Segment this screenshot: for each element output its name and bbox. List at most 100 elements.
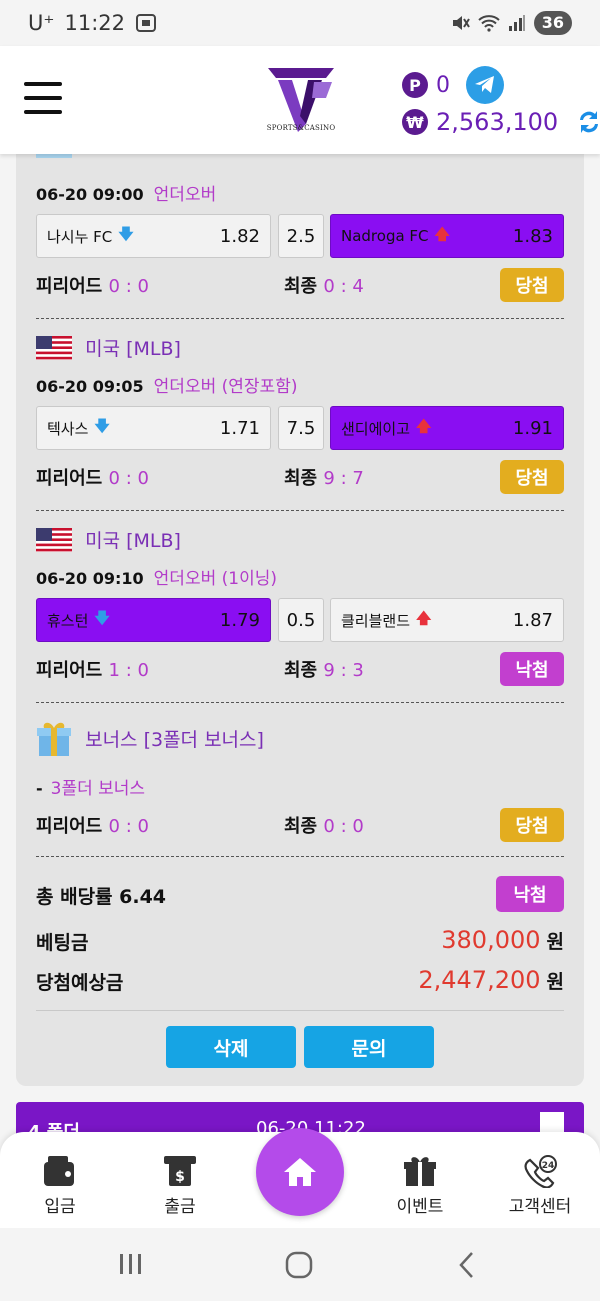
bet-datetime-row: 06-20 09:00 언더오버	[36, 180, 564, 205]
away-odds: 1.87	[512, 609, 553, 631]
bet-datetime-row: 06-20 09:05 언더오버 (연장포함)	[36, 372, 564, 397]
wallet-icon	[44, 1156, 74, 1186]
result-badge: 당첨	[500, 808, 564, 842]
arrow-down-icon: 🡇	[94, 608, 110, 627]
svg-text:24: 24	[542, 1161, 555, 1171]
arrow-down-icon: 🡇	[118, 224, 134, 243]
screenshot-icon	[136, 14, 156, 32]
nav-support[interactable]: 24 고객센터	[490, 1154, 590, 1217]
balance-display: ₩ 2,563,100	[402, 108, 600, 136]
menu-icon[interactable]	[24, 82, 62, 114]
away-odds-option[interactable]: 클리블랜드 🡅 1.87	[330, 598, 564, 642]
nav-deposit[interactable]: 입금	[10, 1154, 110, 1217]
league-label: 미국 [MLB]	[85, 338, 181, 360]
home-odds: 1.79	[219, 609, 260, 631]
gift-icon	[404, 1157, 436, 1186]
final-score-row: 최종 0 : 4	[284, 272, 484, 298]
battery-indicator: 36	[533, 11, 572, 35]
market-label: 언더오버	[153, 185, 217, 205]
home-odds-option[interactable]: 텍사스 🡇 1.71	[36, 406, 271, 450]
period-score: 0 : 0	[108, 816, 149, 837]
league-label: 미국 [MLB]	[85, 530, 181, 552]
app-header: SPORTS&CASINO P 0 ₩ 2,563,100	[0, 46, 600, 154]
line-value-box: 7.5	[278, 406, 324, 450]
period-label: 피리어드	[36, 276, 103, 297]
result-badge: 당첨	[500, 268, 564, 302]
delete-button[interactable]: 삭제	[166, 1026, 296, 1068]
arrow-up-icon: 🡅	[416, 416, 432, 435]
mute-icon	[452, 16, 470, 30]
final-label: 최종	[284, 816, 318, 837]
total-odds-label: 총 배당률 6.44	[36, 886, 167, 908]
bet-league-row: 미국 [MLB]	[36, 526, 564, 553]
home-odds: 1.71	[219, 417, 260, 439]
recent-apps-icon[interactable]	[118, 1250, 144, 1278]
away-team: 샌디에이고	[341, 419, 411, 438]
status-bar: U⁺ 11:22 36	[0, 0, 600, 46]
divider	[36, 510, 564, 511]
arrow-up-icon: 🡅	[416, 608, 432, 627]
home-odds-option[interactable]: 휴스턴 🡇 1.79	[36, 598, 271, 642]
away-team: 클리블랜드	[341, 611, 411, 630]
bonus-league-row: 보너스 [3폴더 보너스]	[36, 718, 564, 758]
carrier-label: U⁺	[28, 11, 55, 35]
league-label: 보너스 [3폴더 보너스]	[85, 728, 264, 751]
expected-payout-label: 당첨예상금	[36, 972, 124, 994]
us-flag-icon	[36, 527, 72, 552]
svg-text:$: $	[175, 1169, 185, 1185]
period-label: 피리어드	[36, 468, 103, 489]
support-24-icon: 24	[524, 1155, 557, 1188]
home-nav-icon[interactable]	[284, 1250, 314, 1280]
match-datetime: 06-20 09:00	[36, 185, 144, 204]
clock: 11:22	[64, 11, 125, 35]
line-value: 7.5	[286, 417, 316, 439]
wifi-icon	[478, 15, 500, 32]
divider	[36, 1010, 564, 1011]
telegram-icon[interactable]	[466, 66, 504, 104]
gift-icon	[37, 722, 71, 756]
back-icon[interactable]	[456, 1250, 478, 1280]
final-score: 0 : 4	[323, 276, 364, 297]
bet-slip-card: 06-20 09:00 언더오버 나시누 FC 🡇 1.82 2.5 Nadroga…	[16, 148, 584, 1086]
arrow-down-icon: 🡇	[94, 416, 110, 435]
away-odds: 1.83	[512, 225, 553, 247]
divider	[36, 318, 564, 319]
final-score: 9 : 3	[323, 660, 364, 681]
period-score: 1 : 0	[108, 660, 149, 681]
points-display: P 0	[402, 66, 504, 104]
away-odds-option[interactable]: 샌디에이고 🡅 1.91	[330, 406, 564, 450]
period-score: 0 : 0	[108, 468, 149, 489]
signal-icon	[508, 15, 525, 31]
line-value-box: 2.5	[278, 214, 324, 258]
market-label: 언더오버 (연장포함)	[153, 377, 298, 397]
divider	[36, 702, 564, 703]
final-label: 최종	[284, 468, 318, 489]
nav-withdraw-label: 출금	[164, 1197, 196, 1217]
logo-text: SPORTS&CASINO	[266, 124, 336, 132]
home-odds: 1.82	[219, 225, 260, 247]
points-value: 0	[436, 72, 450, 98]
won-icon: ₩	[402, 109, 428, 135]
match-datetime: 06-20 09:05	[36, 377, 144, 396]
us-flag-icon	[36, 335, 72, 360]
expected-payout-value: 2,447,200	[418, 966, 541, 994]
bonus-name-row: -3폴더 보너스	[36, 774, 564, 799]
home-team: 휴스턴	[47, 611, 89, 630]
away-team: Nadroga FC	[341, 227, 429, 245]
home-button[interactable]	[256, 1128, 344, 1216]
bet-amount-value: 380,000	[441, 926, 541, 954]
bet-league-row: 미국 [MLB]	[36, 334, 564, 361]
inquiry-button[interactable]: 문의	[304, 1026, 434, 1068]
refresh-icon[interactable]	[576, 108, 600, 136]
slip-result-badge: 낙첨	[496, 876, 564, 912]
away-odds-option[interactable]: Nadroga FC 🡅 1.83	[330, 214, 564, 258]
match-datetime: 06-20 09:10	[36, 569, 144, 588]
final-score-row: 최종 9 : 7	[284, 464, 484, 490]
point-icon: P	[402, 72, 428, 98]
period-label: 피리어드	[36, 660, 103, 681]
home-odds-option[interactable]: 나시누 FC 🡇 1.82	[36, 214, 271, 258]
nav-withdraw[interactable]: $ 출금	[130, 1154, 230, 1217]
nav-event[interactable]: 이벤트	[370, 1154, 470, 1217]
market-label: 언더오버 (1이닝)	[153, 569, 277, 589]
final-score: 0 : 0	[323, 816, 364, 837]
